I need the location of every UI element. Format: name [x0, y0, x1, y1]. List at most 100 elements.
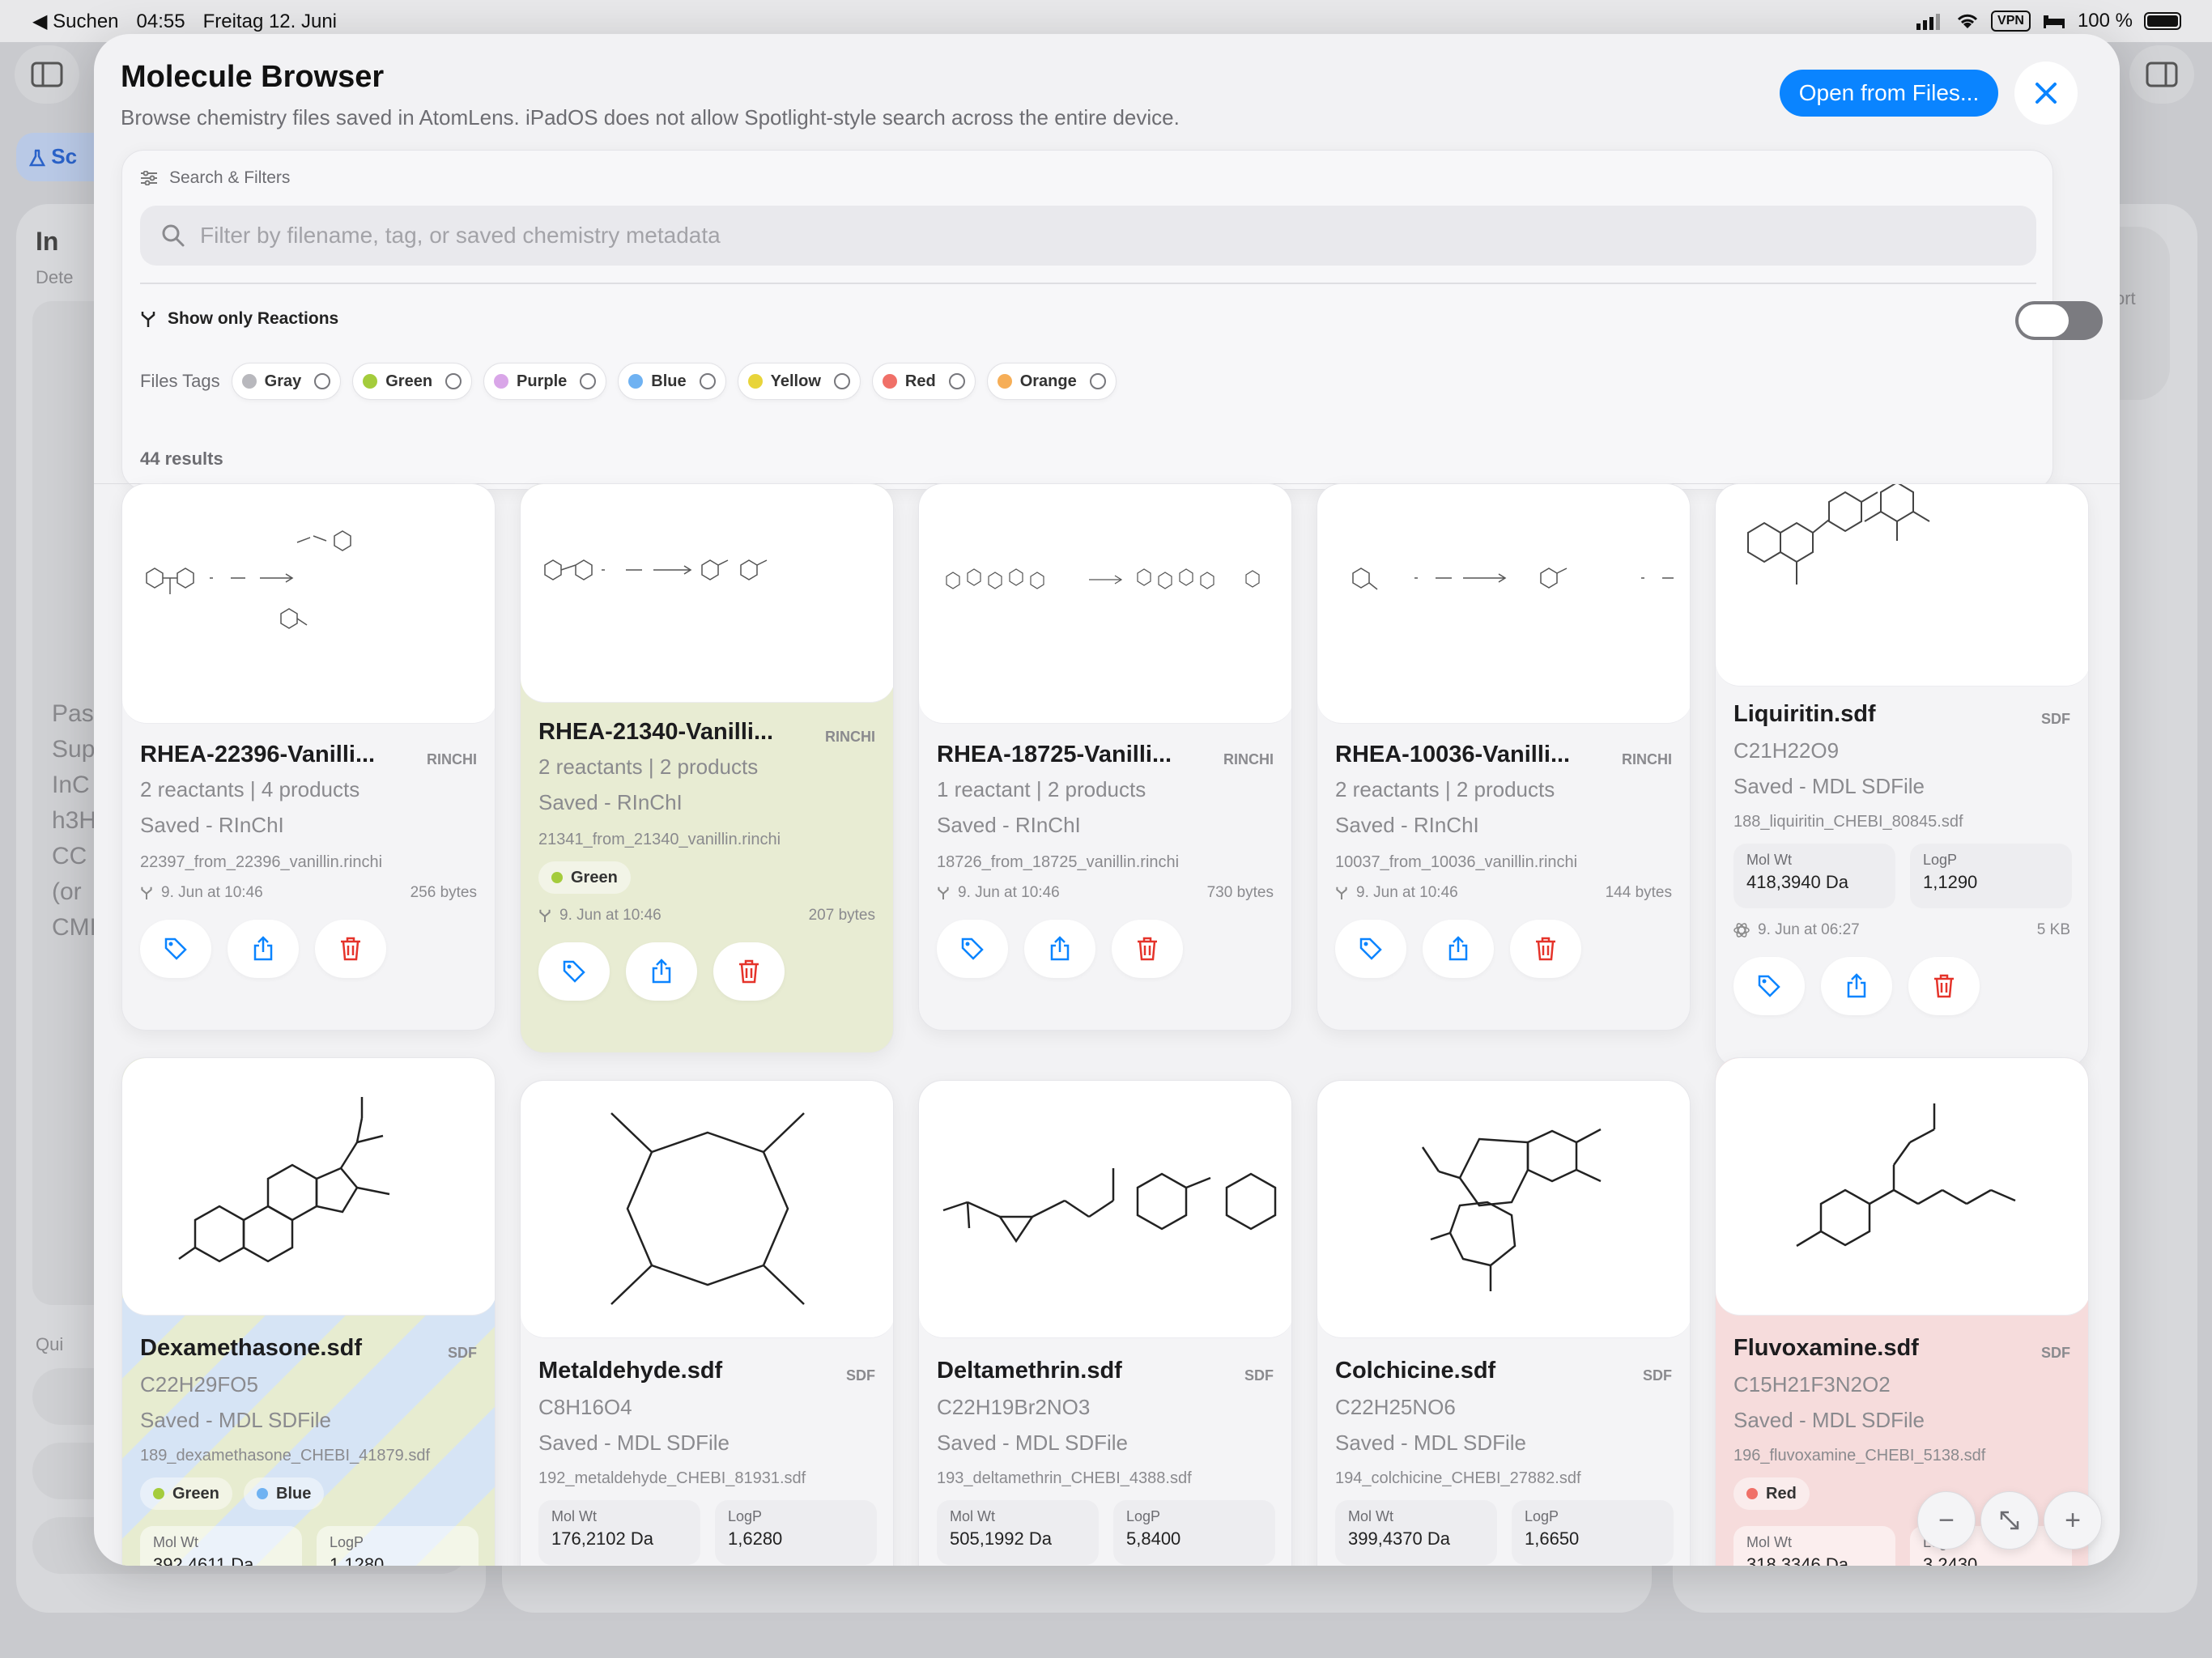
file-card[interactable]: Metaldehyde.sdf SDF C8H16O4 Saved - MDL …: [520, 1080, 894, 1566]
sheet-title: Molecule Browser: [121, 60, 385, 94]
tag-button[interactable]: [140, 920, 211, 978]
file-type: SDF: [846, 1367, 875, 1384]
tag-filter-green[interactable]: Green: [352, 363, 473, 400]
tag-button[interactable]: [1733, 957, 1805, 1015]
file-name: RHEA-10036-Vanilli...: [1335, 742, 1571, 767]
file-card[interactable]: Dexamethasone.sdf SDF C22H29FO5 Saved - …: [121, 1057, 496, 1566]
tag-badge-red: Red: [1733, 1477, 1810, 1510]
reaction-thumbnail: [521, 484, 893, 703]
file-card[interactable]: RHEA-21340-Vanilli... RINCHI 2 reactants…: [520, 483, 894, 1053]
file-card[interactable]: Colchicine.sdf SDF C22H25NO6 Saved - MDL…: [1317, 1080, 1691, 1566]
tag-button[interactable]: [538, 942, 610, 1001]
fit-to-screen-button[interactable]: [1980, 1491, 2039, 1550]
share-button[interactable]: [626, 942, 697, 1001]
tag-filter-blue[interactable]: Blue: [618, 363, 726, 400]
delete-button[interactable]: [1510, 920, 1581, 978]
tag-icon: [1758, 975, 1780, 997]
share-button[interactable]: [1423, 920, 1494, 978]
tag-filter-yellow[interactable]: Yellow: [737, 363, 861, 400]
search-input[interactable]: Filter by filename, tag, or saved chemis…: [140, 206, 2036, 266]
logp-stat: LogP 1,1290: [1910, 844, 2072, 908]
share-button[interactable]: [228, 920, 299, 978]
wifi-icon: [1957, 14, 1978, 28]
mol-wt-stat: Mol Wt 176,2102 Da: [538, 1500, 700, 1565]
molecule-thumbnail: [521, 1081, 893, 1338]
radio-icon: [314, 373, 331, 389]
share-button[interactable]: [1024, 920, 1095, 978]
molecular-formula: C21H22O9: [1733, 738, 1840, 763]
file-card[interactable]: Deltamethrin.sdf SDF C22H19Br2NO3 Saved …: [918, 1080, 1292, 1566]
battery-percentage: 100 %: [2077, 10, 2133, 32]
radio-icon: [833, 373, 850, 389]
tag-filter-orange[interactable]: Orange: [986, 363, 1117, 400]
molecular-formula: C22H25NO6: [1335, 1395, 1456, 1419]
file-path: 21341_from_21340_vanillin.rinchi: [538, 831, 781, 848]
sidebar-toggle-icon: [15, 45, 79, 104]
inspector-toggle-icon: [2129, 45, 2194, 104]
delete-button[interactable]: [1112, 920, 1183, 978]
tags-filter-row: Files Tags Gray Green Purple Blue Yellow…: [140, 363, 1117, 400]
delete-button[interactable]: [315, 920, 386, 978]
tag-filter-purple[interactable]: Purple: [483, 363, 607, 400]
tag-color-dot: [363, 374, 378, 389]
molecular-formula: C22H29FO5: [140, 1372, 258, 1397]
tag-filter-gray[interactable]: Gray: [231, 363, 342, 400]
logp-stat: LogP 5,8400: [1113, 1500, 1275, 1565]
saved-format: Saved - MDL SDFile: [937, 1431, 1128, 1455]
file-path: 188_liquiritin_CHEBI_80845.sdf: [1733, 813, 1963, 831]
mol-wt-stat: Mol Wt 505,1992 Da: [937, 1500, 1099, 1565]
file-card[interactable]: RHEA-18725-Vanilli... RINCHI 1 reactant …: [918, 483, 1292, 1031]
delete-button[interactable]: [1908, 957, 1980, 1015]
file-type: SDF: [1643, 1367, 1672, 1384]
radio-icon: [699, 373, 716, 389]
file-card[interactable]: Liquiritin.sdf SDF C21H22O9 Saved - MDL …: [1715, 483, 2089, 1068]
tag-button[interactable]: [1335, 920, 1406, 978]
status-time: 04:55: [136, 10, 185, 32]
bed-icon: [2043, 15, 2065, 28]
zoom-out-button[interactable]: −: [1917, 1491, 1976, 1550]
tag-filter-red[interactable]: Red: [871, 363, 976, 400]
zoom-in-button[interactable]: +: [2044, 1491, 2102, 1550]
share-icon: [1448, 936, 1468, 961]
card-actions: [1733, 957, 1980, 1015]
file-meta: 9. Jun at 06:27 5 KB: [1733, 921, 2070, 939]
reactions-filter-label: Show only Reactions: [140, 309, 338, 329]
file-path: 22397_from_22396_vanillin.rinchi: [140, 853, 383, 871]
file-name: RHEA-21340-Vanilli...: [538, 719, 774, 745]
tag-badge-green: Green: [140, 1477, 232, 1510]
share-icon: [253, 936, 273, 961]
saved-format: Saved - MDL SDFile: [538, 1431, 730, 1455]
molecule-thumbnail: [1716, 484, 2088, 687]
open-from-files-button[interactable]: Open from Files...: [1780, 70, 1998, 117]
radio-icon: [948, 373, 965, 389]
file-type: RINCHI: [1223, 751, 1274, 767]
signal-icon: [1916, 14, 1941, 30]
file-card[interactable]: RHEA-22396-Vanilli... RINCHI 2 reactants…: [121, 483, 496, 1031]
share-button[interactable]: [1821, 957, 1892, 1015]
delete-button[interactable]: [713, 942, 785, 1001]
file-meta: 9. Jun at 10:46 207 bytes: [538, 907, 875, 925]
molecule-thumbnail: [1716, 1058, 2088, 1316]
radio-icon: [445, 373, 462, 389]
mol-wt-stat: Mol Wt 418,3940 Da: [1733, 844, 1895, 908]
file-card[interactable]: Fluvoxamine.sdf SDF C15H21F3N2O2 Saved -…: [1715, 1057, 2089, 1566]
back-to-search-link[interactable]: ◀ Suchen: [32, 10, 119, 33]
reaction-thumbnail: [919, 484, 1291, 724]
show-reactions-toggle[interactable]: [2015, 301, 2103, 340]
file-name: Fluvoxamine.sdf: [1733, 1335, 1919, 1361]
file-meta: 9. Jun at 10:46 144 bytes: [1335, 884, 1672, 902]
file-path: 10037_from_10036_vanillin.rinchi: [1335, 853, 1578, 871]
tag-color-dot: [494, 374, 509, 389]
tag-button[interactable]: [937, 920, 1008, 978]
saved-format: Saved - RInChI: [937, 813, 1081, 837]
file-card[interactable]: RHEA-10036-Vanilli... RINCHI 2 reactants…: [1317, 483, 1691, 1031]
saved-format: Saved - RInChI: [538, 790, 683, 814]
reaction-fork-icon: [1336, 886, 1347, 899]
file-path: 193_deltamethrin_CHEBI_4388.sdf: [937, 1469, 1192, 1487]
trash-icon: [1536, 937, 1555, 961]
tag-icon: [1359, 937, 1382, 960]
file-type: RINCHI: [825, 729, 875, 745]
background-section-label: In: [36, 227, 59, 256]
close-button[interactable]: [2014, 62, 2078, 125]
close-icon: [2035, 83, 2057, 104]
